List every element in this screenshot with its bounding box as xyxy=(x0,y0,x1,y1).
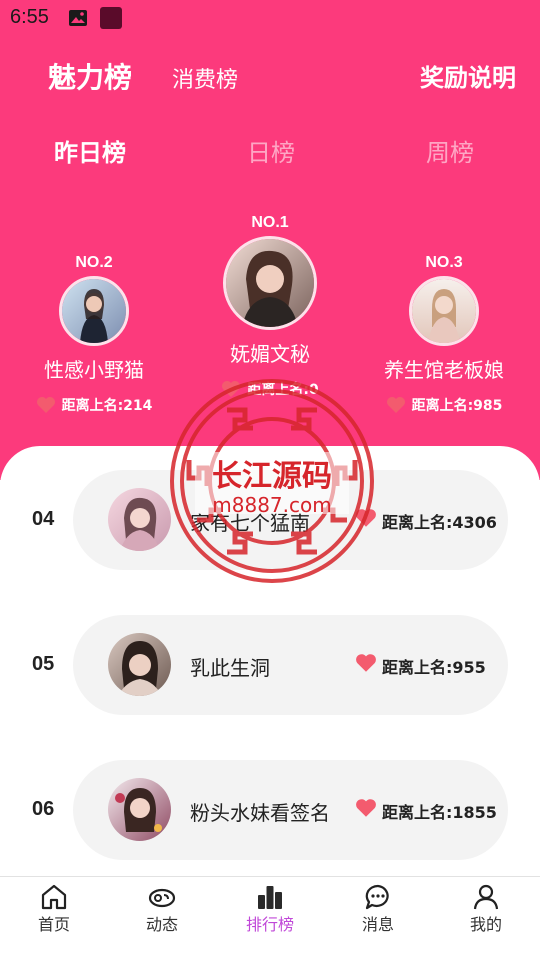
status-time: 6:55 xyxy=(10,6,49,28)
ranking-list: 04 家有七个猛南 距离上名:4306 05 乳此生洞 距离上名:955 06 xyxy=(0,446,540,876)
image-icon xyxy=(68,9,88,27)
list-distance: 距离上名:955 xyxy=(382,658,486,677)
list-rank: 05 xyxy=(32,653,55,675)
nav-label: 首页 xyxy=(37,915,70,934)
app-icon xyxy=(100,7,122,29)
podium-name: 妩媚文秘 xyxy=(230,342,310,366)
ranking-icon xyxy=(258,886,282,909)
nav-ranking[interactable]: 排行榜 xyxy=(216,877,324,960)
tab-spending-ranking[interactable]: 消费榜 xyxy=(172,62,238,94)
podium-distance: 距离上名:0 xyxy=(180,379,360,399)
podium-distance: 距离上名:985 xyxy=(354,395,534,415)
list-item[interactable]: 04 家有七个猛南 距离上名:4306 xyxy=(0,470,540,570)
nav-label: 动态 xyxy=(145,915,178,934)
list-distance: 距离上名:4306 xyxy=(382,513,497,532)
message-icon xyxy=(365,884,389,910)
avatar[interactable] xyxy=(223,236,317,330)
nav-label: 我的 xyxy=(469,915,502,934)
tab-charm-ranking[interactable]: 魅力榜 xyxy=(48,56,132,96)
heart-icon xyxy=(36,397,55,413)
podium-distance-text: 距离上名:0 xyxy=(247,382,319,398)
nav-label: 排行榜 xyxy=(245,915,294,934)
podium-distance: 距离上名:214 xyxy=(4,395,184,415)
podium-rank: NO.3 xyxy=(425,254,463,271)
home-icon xyxy=(41,884,67,910)
list-rank: 06 xyxy=(32,798,55,820)
podium-rank: NO.2 xyxy=(75,254,113,271)
list-distance: 距离上名:1855 xyxy=(382,803,497,822)
nav-profile[interactable]: 我的 xyxy=(432,877,540,960)
podium-distance-text: 距离上名:214 xyxy=(61,398,153,414)
podium-third[interactable]: NO.3 养生馆老板娘 距离上名:985 xyxy=(354,254,534,415)
avatar[interactable] xyxy=(108,488,171,551)
list-item-card[interactable]: 家有七个猛南 距离上名:4306 xyxy=(73,470,508,570)
list-rank: 04 xyxy=(32,508,55,530)
podium-rank: NO.1 xyxy=(251,214,289,231)
podium-distance-text: 距离上名:985 xyxy=(411,398,503,414)
heart-icon xyxy=(222,381,241,397)
list-name: 乳此生洞 xyxy=(190,656,270,680)
bottom-nav: 首页 动态 排行榜 消息 我的 xyxy=(0,876,540,960)
heart-icon xyxy=(356,799,376,817)
avatar[interactable] xyxy=(409,276,479,346)
podium-name: 性感小野猫 xyxy=(44,358,144,382)
list-name: 家有七个猛南 xyxy=(190,511,310,535)
reward-description-link[interactable]: 奖励说明 xyxy=(420,58,516,93)
tab-yesterday[interactable]: 昨日榜 xyxy=(30,133,150,168)
status-bar: 6:55 xyxy=(0,0,540,38)
nav-moments[interactable]: 动态 xyxy=(108,877,216,960)
avatar[interactable] xyxy=(59,276,129,346)
list-item-card[interactable]: 乳此生洞 距离上名:955 xyxy=(73,615,508,715)
podium-first[interactable]: NO.1 妩媚文秘 距离上名:0 xyxy=(180,214,360,399)
podium-name: 养生馆老板娘 xyxy=(384,358,504,382)
nav-messages[interactable]: 消息 xyxy=(324,877,432,960)
list-item-card[interactable]: 粉头水妹看签名 距离上名:1855 xyxy=(73,760,508,860)
tab-weekly[interactable]: 周榜 xyxy=(390,133,510,168)
avatar[interactable] xyxy=(108,633,171,696)
podium-second[interactable]: NO.2 性感小野猫 距离上名:214 xyxy=(4,254,184,415)
list-item[interactable]: 06 粉头水妹看签名 距离上名:1855 xyxy=(0,760,540,860)
list-item[interactable]: 05 乳此生洞 距离上名:955 xyxy=(0,615,540,715)
avatar[interactable] xyxy=(108,778,171,841)
nav-home[interactable]: 首页 xyxy=(0,877,108,960)
tab-daily[interactable]: 日榜 xyxy=(211,133,331,168)
heart-icon xyxy=(386,397,405,413)
nav-label: 消息 xyxy=(361,915,394,934)
list-name: 粉头水妹看签名 xyxy=(190,801,330,825)
heart-icon xyxy=(356,654,376,672)
moments-icon xyxy=(148,888,176,908)
profile-icon xyxy=(473,884,499,910)
heart-icon xyxy=(356,509,376,527)
